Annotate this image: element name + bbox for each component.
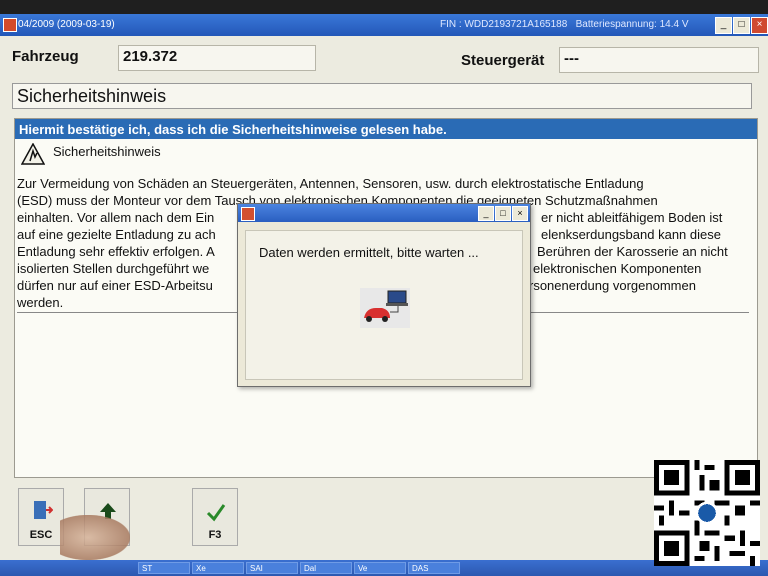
- confirm-bar[interactable]: Hiermit bestätige ich, dass ich die Sich…: [15, 119, 757, 139]
- battery-info: Batteriespannung: 14.4 V: [575, 19, 689, 30]
- taskbar-item[interactable]: Dal: [300, 562, 352, 574]
- maximize-button[interactable]: □: [733, 17, 750, 34]
- fin-info: FIN : WDD2193721A165188: [440, 19, 568, 30]
- screen: 04/2009 (2009-03-19) FIN : WDD2193721A16…: [0, 0, 768, 576]
- close-button[interactable]: ×: [751, 17, 768, 34]
- vehicle-label: Fahrzeug: [12, 48, 79, 65]
- taskbar-item[interactable]: Ve: [354, 562, 406, 574]
- finger-overlay: [60, 515, 130, 560]
- progress-dialog: _ □ × Daten werden ermittelt, bitte wart…: [237, 203, 531, 387]
- taskbar-item[interactable]: ST: [138, 562, 190, 574]
- taskbar-item[interactable]: DAS: [408, 562, 460, 574]
- monitor-bezel: [0, 0, 768, 14]
- warning-title: Sicherheitshinweis: [53, 144, 161, 159]
- dialog-message: Daten werden ermittelt, bitte warten ...: [259, 245, 479, 260]
- dialog-close-button[interactable]: ×: [512, 206, 528, 221]
- ecu-label: Steuergerät: [461, 52, 545, 69]
- window-titlebar: 04/2009 (2009-03-19) FIN : WDD2193721A16…: [0, 14, 768, 36]
- esd-warning-icon: [21, 143, 45, 165]
- f3-button[interactable]: F3: [192, 488, 238, 546]
- window-title: 04/2009 (2009-03-19): [18, 19, 115, 30]
- esc-button[interactable]: ESC: [18, 488, 64, 546]
- taskbar-item[interactable]: Xe: [192, 562, 244, 574]
- section-title: Sicherheitshinweis: [12, 83, 752, 109]
- ecu-field: ---: [559, 47, 759, 73]
- f3-label: F3: [208, 529, 222, 541]
- esc-door-icon: [34, 501, 53, 519]
- dialog-maximize-button[interactable]: □: [495, 206, 511, 221]
- text-line: Zur Vermeidung von Schäden an Steuergerä…: [17, 176, 644, 191]
- window-status: FIN : WDD2193721A165188 Batteriespannung…: [440, 19, 689, 30]
- qr-code-image: [654, 460, 760, 566]
- dialog-app-icon: [241, 207, 255, 221]
- taskbar-item[interactable]: SAI: [246, 562, 298, 574]
- vehicle-field: 219.372: [118, 45, 316, 71]
- dialog-minimize-button[interactable]: _: [478, 206, 494, 221]
- minimize-button[interactable]: _: [715, 17, 732, 34]
- dialog-titlebar: _ □ ×: [238, 204, 530, 222]
- app-icon: [3, 18, 17, 32]
- checkmark-icon: [206, 504, 226, 522]
- taskbar: ST Xe SAI Dal Ve DAS: [0, 560, 768, 576]
- esc-label: ESC: [29, 529, 53, 541]
- car-laptop-icon: [360, 288, 410, 328]
- dialog-body: Daten werden ermittelt, bitte warten ...: [245, 230, 523, 380]
